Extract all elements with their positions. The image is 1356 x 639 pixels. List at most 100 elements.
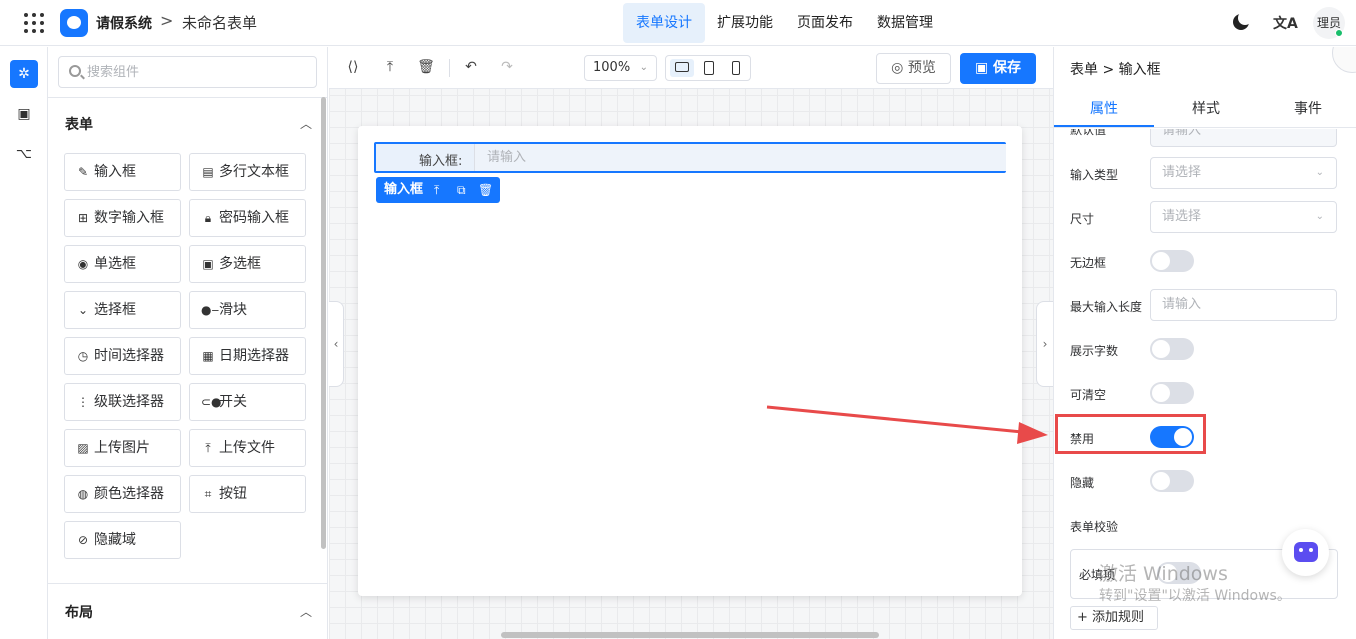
max-length-input[interactable]: 请输入: [1150, 289, 1337, 321]
input-type-select[interactable]: 请选择 ⌄: [1150, 157, 1337, 189]
no-border-label: 无边框: [1070, 256, 1107, 270]
default-value-input[interactable]: 请输入: [1150, 129, 1337, 147]
comp-button[interactable]: ⌗ 按钮: [189, 475, 306, 513]
expand-corner-button[interactable]: [1332, 47, 1356, 73]
code-view-icon[interactable]: ⟨⟩: [344, 59, 362, 75]
comp-hidden-field[interactable]: ⊘ 隐藏域: [64, 521, 181, 559]
comp-color-picker[interactable]: ◍ 颜色选择器: [64, 475, 181, 513]
redo-icon[interactable]: ↷: [498, 59, 516, 75]
dark-mode-icon[interactable]: [1233, 11, 1252, 30]
nav-form-design[interactable]: 表单设计: [623, 3, 705, 43]
translate-icon[interactable]: 文A: [1273, 13, 1298, 33]
textarea-icon: ▤: [202, 165, 214, 179]
comp-date-picker[interactable]: ▦ 日期选择器: [189, 337, 306, 375]
comp-select[interactable]: ⌄ 选择框: [64, 291, 181, 329]
comp-input[interactable]: ✎ 输入框: [64, 153, 181, 191]
assistant-bot-button[interactable]: [1282, 529, 1329, 576]
size-label: 尺寸: [1070, 212, 1095, 226]
show-count-toggle[interactable]: [1150, 338, 1194, 360]
comp-time-picker[interactable]: ◷ 时间选择器: [64, 337, 181, 375]
mobile-icon[interactable]: [724, 59, 748, 77]
components-panel: 表单 ︿ ✎输入框 ▤多行文本框 ⊞数字输入框 🔒︎密码输入框 ◉单选框 ▣多选…: [48, 47, 328, 639]
windows-watermark-title: 激活 Windows: [1099, 563, 1228, 585]
divider: [48, 97, 327, 98]
tab-indicator: [1054, 125, 1154, 127]
slider-icon: ●‒: [201, 303, 220, 317]
desktop-icon[interactable]: [670, 59, 694, 77]
app-name[interactable]: 请假系统: [96, 13, 152, 33]
main-nav: 表单设计 扩展功能 页面发布 数据管理: [623, 3, 945, 43]
image-icon: ▨: [77, 441, 89, 455]
clearable-toggle[interactable]: [1150, 382, 1194, 404]
size-select[interactable]: 请选择 ⌄: [1150, 201, 1337, 233]
highlight-box: [1055, 414, 1206, 454]
comp-number[interactable]: ⊞ 数字输入框: [64, 199, 181, 237]
panel-scrollbar[interactable]: [321, 97, 326, 549]
zoom-select[interactable]: 100% ⌄: [584, 55, 657, 81]
comp-textarea[interactable]: ▤ 多行文本框: [189, 153, 306, 191]
default-value-label: 默认值: [1070, 129, 1107, 137]
tab-events[interactable]: 事件: [1294, 98, 1322, 118]
code-icon[interactable]: ▣: [10, 100, 38, 128]
trash-icon[interactable]: 🗑︎: [417, 59, 435, 75]
chevron-up-icon[interactable]: ︿: [300, 603, 312, 620]
calendar-icon: ▦: [202, 349, 214, 363]
lock-icon: 🔒︎: [204, 211, 212, 225]
divider: [449, 59, 450, 77]
copy-icon[interactable]: ⧉: [457, 177, 466, 203]
no-border-toggle[interactable]: [1150, 250, 1194, 272]
design-canvas-area: ⟨⟩ ⤒ 🗑︎ ↶ ↷ 100%⌄ ◎ 预览 ▣ 保存 输入框: 输入框 ⤒ ⧉…: [329, 47, 1053, 639]
preview-button[interactable]: ◎ 预览: [876, 53, 951, 84]
move-top-icon[interactable]: ⤒: [434, 177, 439, 203]
robot-icon: [1294, 542, 1318, 562]
apps-grid-icon[interactable]: [24, 13, 44, 33]
input-type-label: 输入类型: [1070, 168, 1119, 182]
components-icon[interactable]: ✲: [10, 60, 38, 88]
comp-radio[interactable]: ◉ 单选框: [64, 245, 181, 283]
selection-tag: 输入框 ⤒ ⧉ 🗑︎: [376, 177, 500, 203]
selected-input-field[interactable]: 输入框:: [374, 142, 1006, 173]
comp-slider[interactable]: ●‒滑块: [189, 291, 306, 329]
nav-publish[interactable]: 页面发布: [785, 3, 865, 43]
collapse-left-panel[interactable]: ‹: [329, 301, 344, 387]
section-title-form[interactable]: 表单: [65, 114, 93, 134]
comp-checkbox[interactable]: ▣ 多选框: [189, 245, 306, 283]
import-icon[interactable]: ⤒: [381, 59, 399, 75]
comp-password[interactable]: 🔒︎ 密码输入框: [189, 199, 306, 237]
comp-switch[interactable]: ⊂●开关: [189, 383, 306, 421]
collapse-right-panel[interactable]: ›: [1036, 301, 1053, 387]
search-input[interactable]: [87, 62, 307, 82]
undo-icon[interactable]: ↶: [462, 59, 480, 75]
chevron-up-icon[interactable]: ︿: [300, 115, 312, 132]
app-logo: [60, 9, 88, 37]
search-icon: [69, 65, 81, 77]
tab-properties[interactable]: 属性: [1090, 98, 1118, 118]
section-title-layout[interactable]: 布局: [65, 602, 93, 622]
field-input[interactable]: [487, 148, 967, 167]
select-icon: ⌄: [77, 303, 89, 317]
comp-upload-file[interactable]: ⤒ 上传文件: [189, 429, 306, 467]
save-icon: ▣: [974, 60, 994, 76]
form-canvas[interactable]: 输入框: 输入框 ⤒ ⧉ 🗑︎: [358, 126, 1022, 596]
add-rule-button[interactable]: + 添加规则: [1070, 606, 1158, 630]
switch-icon: ⊂●: [201, 395, 222, 409]
tab-style[interactable]: 样式: [1192, 98, 1220, 118]
nav-extensions[interactable]: 扩展功能: [705, 3, 785, 43]
tablet-icon[interactable]: [697, 59, 721, 77]
device-switcher: [665, 55, 751, 81]
horizontal-scrollbar[interactable]: [501, 632, 879, 638]
delete-icon[interactable]: 🗑︎: [478, 177, 493, 203]
show-count-label: 展示字数: [1070, 344, 1119, 358]
field-label: 输入框:: [419, 154, 463, 169]
tree-icon[interactable]: ⌥: [10, 140, 38, 168]
form-name[interactable]: 未命名表单: [182, 12, 257, 33]
nav-data-management[interactable]: 数据管理: [865, 3, 945, 43]
breadcrumb-separator: >: [160, 11, 174, 30]
save-button[interactable]: ▣ 保存: [960, 53, 1036, 84]
canvas-toolbar: ⟨⟩ ⤒ 🗑︎ ↶ ↷ 100% ⌄ ◎ 预览 ▣ 保存: [329, 47, 1053, 89]
comp-cascader[interactable]: ⋮ 级联选择器: [64, 383, 181, 421]
comp-upload-image[interactable]: ▨ 上传图片: [64, 429, 181, 467]
search-box[interactable]: [58, 56, 317, 88]
hidden-toggle[interactable]: [1150, 470, 1194, 492]
validation-title: 表单校验: [1070, 520, 1119, 534]
